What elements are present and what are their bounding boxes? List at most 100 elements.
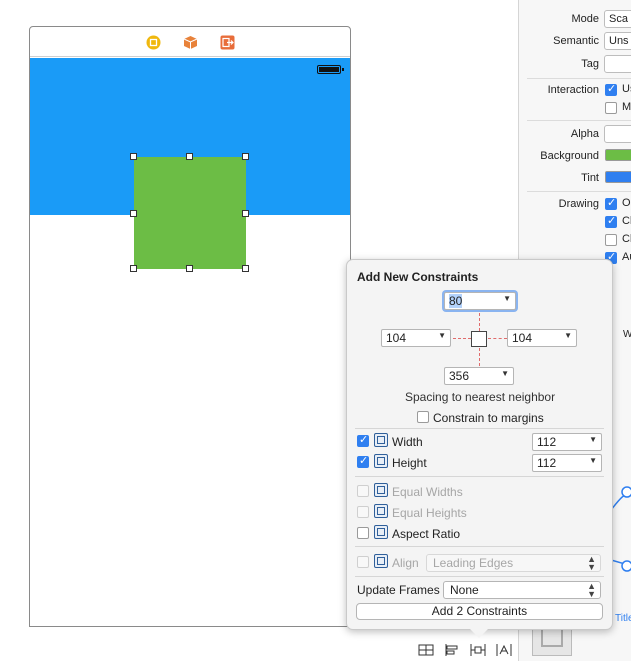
resize-handle-bottom-right[interactable] <box>242 265 249 272</box>
user-interaction-text: Us <box>622 83 631 95</box>
height-label: Height <box>392 456 427 470</box>
user-interaction-checkbox[interactable] <box>605 82 617 96</box>
equal-widths-label: Equal Widths <box>392 485 463 499</box>
equal-heights-label: Equal Heights <box>392 506 467 520</box>
chevron-down-icon[interactable]: ▼ <box>503 294 511 303</box>
align-icon[interactable] <box>444 643 460 657</box>
constraint-target-square <box>471 331 487 347</box>
bottom-constraint-line[interactable] <box>479 348 480 366</box>
add-new-constraints-popover: Add New Constraints 80 ▼ 104 ▼ 104 ▼ 356… <box>346 259 613 630</box>
right-spacing-value: 104 <box>512 331 533 345</box>
resolve-issues-icon[interactable] <box>496 643 512 657</box>
scene-dock <box>30 27 350 57</box>
clip-subviews-checkbox[interactable] <box>605 234 617 246</box>
exit-icon[interactable] <box>220 35 235 50</box>
chevron-down-icon[interactable]: ▼ <box>564 331 572 340</box>
update-frames-select[interactable]: None ▲ ▼ <box>443 581 601 599</box>
height-checkbox[interactable] <box>357 454 369 468</box>
interaction-row: Interaction Us <box>519 80 631 100</box>
stack-icon[interactable] <box>418 643 434 657</box>
align-checkbox[interactable] <box>357 556 369 568</box>
equal-heights-icon <box>374 504 388 518</box>
semantic-select[interactable]: Uns <box>604 32 631 50</box>
width-value: 112 <box>537 435 557 449</box>
top-spacing-field[interactable]: 80 ▼ <box>444 292 516 310</box>
view-controller-scene[interactable] <box>29 26 351 627</box>
chevron-down-icon[interactable]: ▼ <box>589 435 597 444</box>
section-divider <box>355 576 604 577</box>
left-spacing-field[interactable]: 104 ▼ <box>381 329 451 347</box>
chevron-down-icon[interactable]: ▼ <box>501 369 509 378</box>
background-label: Background <box>540 150 599 162</box>
width-value-field[interactable]: 112 ▼ <box>532 433 602 451</box>
clears-row: Cl <box>519 212 631 232</box>
inspector-w-text: W <box>623 329 631 340</box>
mode-select[interactable]: Sca <box>604 10 631 28</box>
update-frames-label: Update Frames <box>357 583 440 597</box>
clears-graphics-checkbox[interactable] <box>605 214 617 228</box>
constrain-margins-checkbox[interactable] <box>417 411 429 423</box>
equal-widths-checkbox[interactable] <box>357 485 369 497</box>
multiple-touch-checkbox[interactable] <box>605 102 617 114</box>
spacing-caption: Spacing to nearest neighbor <box>405 390 556 404</box>
tint-row: Tint <box>519 168 631 188</box>
add-constraints-button[interactable]: Add 2 Constraints <box>356 603 603 620</box>
height-value: 112 <box>537 456 557 470</box>
top-constraint-line[interactable] <box>479 313 480 331</box>
semantic-label: Semantic <box>553 35 599 47</box>
aspect-ratio-checkbox[interactable] <box>357 527 369 539</box>
equal-heights-checkbox[interactable] <box>357 506 369 518</box>
left-spacing-value: 104 <box>386 331 407 345</box>
mode-label: Mode <box>571 13 599 25</box>
first-responder-icon[interactable] <box>183 35 198 50</box>
resize-handle-bottom[interactable] <box>186 265 193 272</box>
popover-arrow <box>470 629 488 638</box>
bottom-spacing-field[interactable]: 356 ▼ <box>444 367 514 385</box>
align-edges-icon <box>374 554 388 568</box>
left-constraint-line[interactable] <box>453 338 471 339</box>
chevron-down-icon[interactable]: ▼ <box>438 331 446 340</box>
background-color-swatch[interactable] <box>605 149 631 161</box>
right-constraint-line[interactable] <box>488 338 507 339</box>
inspector-divider <box>527 78 631 79</box>
semantic-row: Semantic Uns <box>519 31 631 51</box>
battery-icon <box>317 65 344 74</box>
tag-label: Tag <box>581 58 599 70</box>
resize-handle-left[interactable] <box>130 210 137 217</box>
resize-handle-right[interactable] <box>242 210 249 217</box>
updown-chevron-icon: ▲ ▼ <box>587 554 596 572</box>
clears-text: Cl <box>622 215 631 227</box>
top-spacing-value: 80 <box>449 294 463 308</box>
alpha-label: Alpha <box>570 128 599 140</box>
interface-builder-window: Mode Sca Semantic Uns Tag Interaction Us… <box>0 0 631 661</box>
inspector-divider <box>527 120 631 121</box>
pin-icon[interactable] <box>470 643 486 657</box>
autoresize-text: Au <box>622 251 631 263</box>
multiple-touch-text: M <box>622 101 631 113</box>
chevron-down-icon[interactable]: ▼ <box>589 456 597 465</box>
height-value-field[interactable]: 112 ▼ <box>532 454 602 472</box>
resize-handle-top-right[interactable] <box>242 153 249 160</box>
alpha-row: Alpha <box>519 124 631 144</box>
tag-field[interactable] <box>604 55 631 73</box>
update-frames-value: None <box>450 583 479 597</box>
alpha-field[interactable] <box>604 125 631 143</box>
stretch-slider-icon[interactable] <box>611 480 631 580</box>
aspect-ratio-icon <box>374 525 388 539</box>
width-checkbox[interactable] <box>357 433 369 447</box>
opaque-text: Op <box>622 197 631 209</box>
selected-green-view[interactable] <box>130 153 249 272</box>
align-select[interactable]: Leading Edges ▲ ▼ <box>426 554 601 572</box>
tag-row: Tag <box>519 54 631 74</box>
opaque-checkbox[interactable] <box>605 196 617 210</box>
view-controller-icon[interactable] <box>146 35 161 50</box>
mode-row: Mode Sca <box>519 9 631 29</box>
tint-color-swatch[interactable] <box>605 171 631 183</box>
width-constraint-icon <box>374 433 388 447</box>
resize-handle-top[interactable] <box>186 153 193 160</box>
right-spacing-field[interactable]: 104 ▼ <box>507 329 577 347</box>
resize-handle-bottom-left[interactable] <box>130 265 137 272</box>
drawing-label: Drawing <box>558 198 599 210</box>
constrain-margins-label[interactable]: Constrain to margins <box>433 411 544 425</box>
resize-handle-top-left[interactable] <box>130 153 137 160</box>
